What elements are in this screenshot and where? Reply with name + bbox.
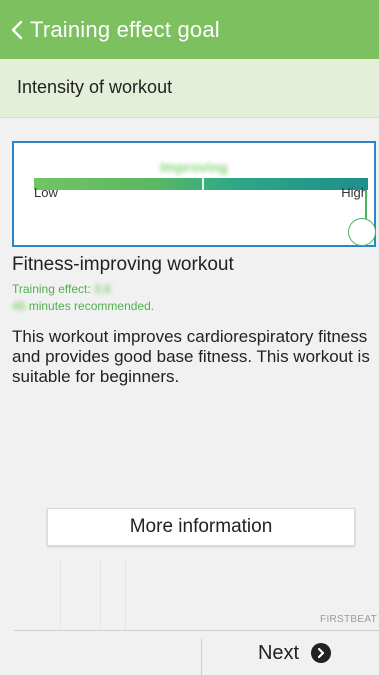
workout-description: This workout improves cardiorespiratory …	[12, 327, 370, 386]
bottom-bar: Next	[0, 631, 379, 675]
recommended-minutes: 45 minutes recommended.	[12, 299, 154, 313]
section-title: Intensity of workout	[17, 77, 173, 97]
decorative-line	[100, 560, 101, 630]
next-button[interactable]: Next	[210, 631, 379, 675]
minutes-label: minutes recommended.	[28, 299, 155, 313]
back-button[interactable]	[0, 0, 30, 59]
high-label: High	[341, 185, 368, 200]
low-label: Low	[34, 185, 58, 200]
section-header: Intensity of workout	[0, 59, 379, 118]
page-title: Training effect goal	[30, 16, 220, 42]
intensity-level-label: Improving	[160, 159, 228, 175]
workout-title: Fitness-improving workout	[12, 254, 234, 275]
minutes-value: 45	[12, 299, 26, 313]
more-information-button[interactable]: More information	[47, 508, 355, 546]
bottom-bar-separator	[201, 639, 202, 675]
brand-label: FIRSTBEAT	[320, 614, 377, 625]
training-effect: Training effect: 3.8	[12, 282, 111, 296]
intensity-bar-divider	[202, 178, 204, 190]
chevron-left-icon	[10, 19, 24, 41]
intensity-slider-handle[interactable]	[348, 218, 376, 246]
app-header: Training effect goal	[0, 0, 379, 59]
chevron-right-circle-icon	[311, 643, 332, 663]
intensity-selector[interactable]: Improving Low High	[12, 141, 376, 247]
intensity-marker-line	[365, 190, 367, 220]
training-effect-value: 3.8	[94, 282, 111, 296]
intensity-bar[interactable]	[34, 178, 368, 190]
training-effect-label: Training effect:	[12, 282, 91, 296]
decorative-line	[125, 560, 126, 630]
next-label: Next	[257, 641, 300, 664]
decorative-line	[60, 560, 61, 630]
